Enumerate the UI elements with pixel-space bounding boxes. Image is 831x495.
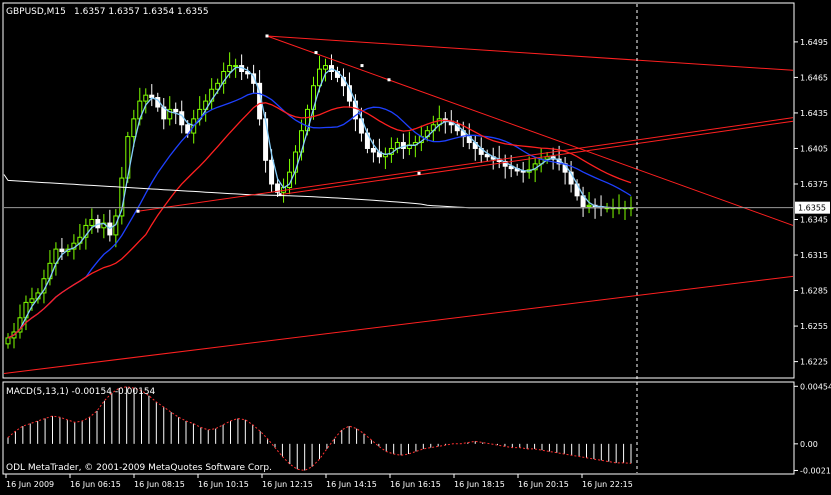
background <box>0 0 831 491</box>
candle-body <box>173 108 179 113</box>
macd-label: MACD(5,13,1) -0.00154 -0.00154 <box>6 387 156 397</box>
candle-body <box>29 298 35 303</box>
trendline-anchor <box>387 78 391 82</box>
copyright-label: ODL MetaTrader, © 2001-2009 MetaQuotes S… <box>6 463 272 473</box>
x-tick-label: 16 Jun 16:15 <box>390 480 441 489</box>
candle-body <box>227 65 233 72</box>
candle-body <box>131 118 137 138</box>
y-tick-label: 1.6435 <box>800 109 828 118</box>
chart-window[interactable]: 1.6495 1.6465 1.6435 1.6405 1.6375 1.6345 1.63… <box>0 0 831 491</box>
candle-body <box>149 94 155 99</box>
candle-body <box>269 159 275 185</box>
x-tick-label: 16 Jun 08:15 <box>134 480 185 489</box>
y-tick-label: 1.6495 <box>800 38 828 47</box>
trendline-anchor <box>265 34 269 38</box>
x-tick-label: 16 Jun 14:15 <box>326 480 377 489</box>
x-tick-label: 16 Jun 12:15 <box>262 480 313 489</box>
trendline-anchor <box>278 193 282 197</box>
candle-body <box>586 204 592 207</box>
y-tick-label: 1.6465 <box>800 73 828 82</box>
y-tick-label: 1.6255 <box>800 322 828 331</box>
macd-y-tick-label: 0.00454 <box>800 382 831 391</box>
symbol-label: GBPUSD,M15 <box>6 7 66 17</box>
candle-body <box>143 94 149 102</box>
ohlc-label: 1.6357 1.6357 1.6354 1.6355 <box>74 7 209 17</box>
x-tick-label: 16 Jun 18:15 <box>454 480 505 489</box>
y-tick-label: 1.6375 <box>800 180 828 189</box>
y-tick-label: 1.6225 <box>800 358 828 367</box>
x-tick-label: 16 Jun 22:15 <box>582 480 633 489</box>
x-tick-label: 16 Jun 06:15 <box>70 480 121 489</box>
candle-body <box>59 248 65 252</box>
macd-y-tick-label: 0.00 <box>800 440 818 449</box>
y-tick-label: 1.6405 <box>800 144 828 153</box>
trendline-anchor <box>360 64 364 68</box>
x-tick-label: 16 Jun 20:15 <box>518 480 569 489</box>
trendline-anchor <box>314 51 318 55</box>
x-tick-label: 16 Jun 10:15 <box>198 480 249 489</box>
y-tick-label: 1.6315 <box>800 251 828 260</box>
candle-body <box>179 111 185 126</box>
y-tick-label: 1.6285 <box>800 287 828 296</box>
trendline-anchor <box>136 209 140 213</box>
candle-body <box>370 147 376 153</box>
candle-body <box>233 65 239 68</box>
x-tick-label: 16 Jun 2009 <box>6 480 54 489</box>
chart-svg[interactable]: 1.6495 1.6465 1.6435 1.6405 1.6375 1.6345 1.63… <box>0 0 831 491</box>
macd-y-tick-label: -0.0021 <box>800 466 831 475</box>
current-price-label: 1.6355 <box>798 204 826 213</box>
trendline-anchor <box>417 171 421 175</box>
candle-body <box>322 65 328 70</box>
y-tick-label: 1.6345 <box>800 216 828 225</box>
candle-body <box>5 337 11 345</box>
candle-body <box>89 219 95 226</box>
